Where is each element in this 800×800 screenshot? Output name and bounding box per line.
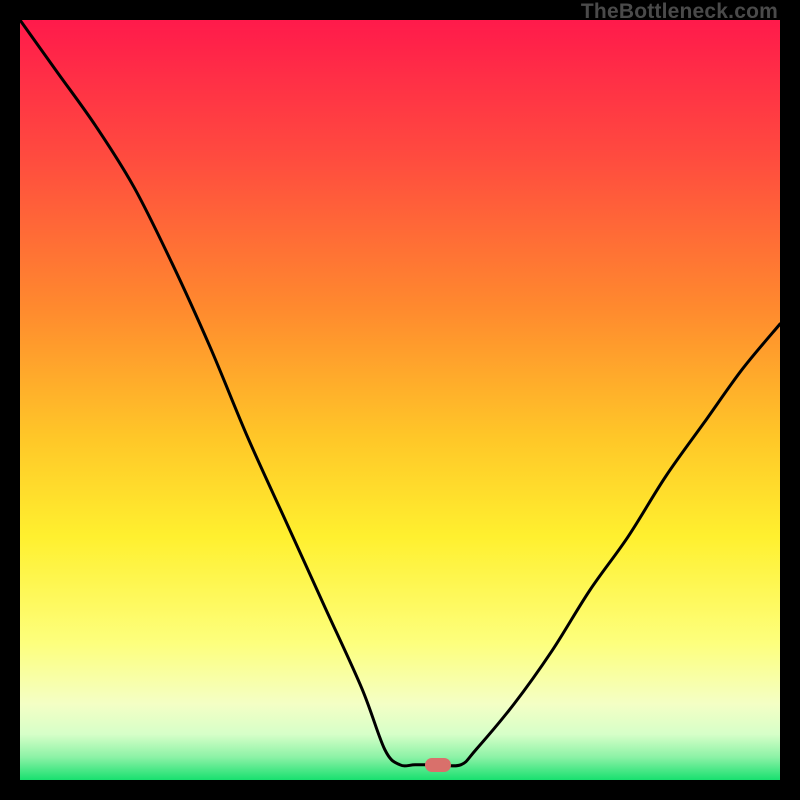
gradient-background: [20, 20, 780, 780]
plot-area: [20, 20, 780, 780]
chart-frame: TheBottleneck.com: [0, 0, 800, 800]
watermark-text: TheBottleneck.com: [581, 0, 778, 24]
plot-svg: [20, 20, 780, 780]
optimal-marker: [425, 758, 451, 772]
